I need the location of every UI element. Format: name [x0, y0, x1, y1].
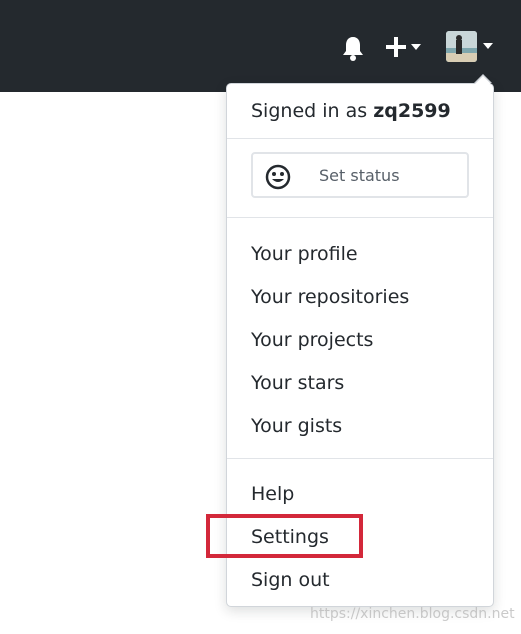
user-menu-button[interactable]: [446, 31, 498, 63]
set-status-button[interactable]: Set status: [251, 152, 469, 198]
avatar-caret-down-icon: [482, 42, 494, 50]
menu-item-your-profile[interactable]: Your profile: [251, 242, 358, 266]
top-navigation-bar: [0, 0, 521, 92]
page: Signed in as zq2599 Set status Your prof…: [0, 0, 521, 634]
avatar[interactable]: [446, 31, 477, 62]
set-status-label: Set status: [319, 166, 400, 185]
signed-in-prefix: Signed in as: [251, 100, 368, 122]
signed-in-header: Signed in as zq2599: [251, 100, 451, 122]
dropdown-arrow: [475, 76, 491, 84]
watermark: https://xinchen.blog.csdn.net: [310, 606, 515, 622]
divider: [227, 217, 493, 218]
menu-item-your-projects[interactable]: Your projects: [251, 328, 373, 352]
menu-item-your-stars[interactable]: Your stars: [251, 371, 344, 395]
menu-item-your-gists[interactable]: Your gists: [251, 414, 342, 438]
divider: [227, 138, 493, 139]
menu-item-help[interactable]: Help: [251, 482, 294, 506]
settings-highlight-annotation: [206, 514, 363, 558]
divider: [227, 458, 493, 459]
create-new-button[interactable]: [384, 34, 426, 62]
menu-item-your-repositories[interactable]: Your repositories: [251, 285, 409, 309]
username[interactable]: zq2599: [373, 100, 451, 122]
smiley-icon: [265, 164, 291, 194]
menu-item-sign-out[interactable]: Sign out: [251, 568, 330, 592]
notifications-bell-icon[interactable]: [340, 34, 366, 62]
caret-down-icon: [411, 44, 421, 50]
